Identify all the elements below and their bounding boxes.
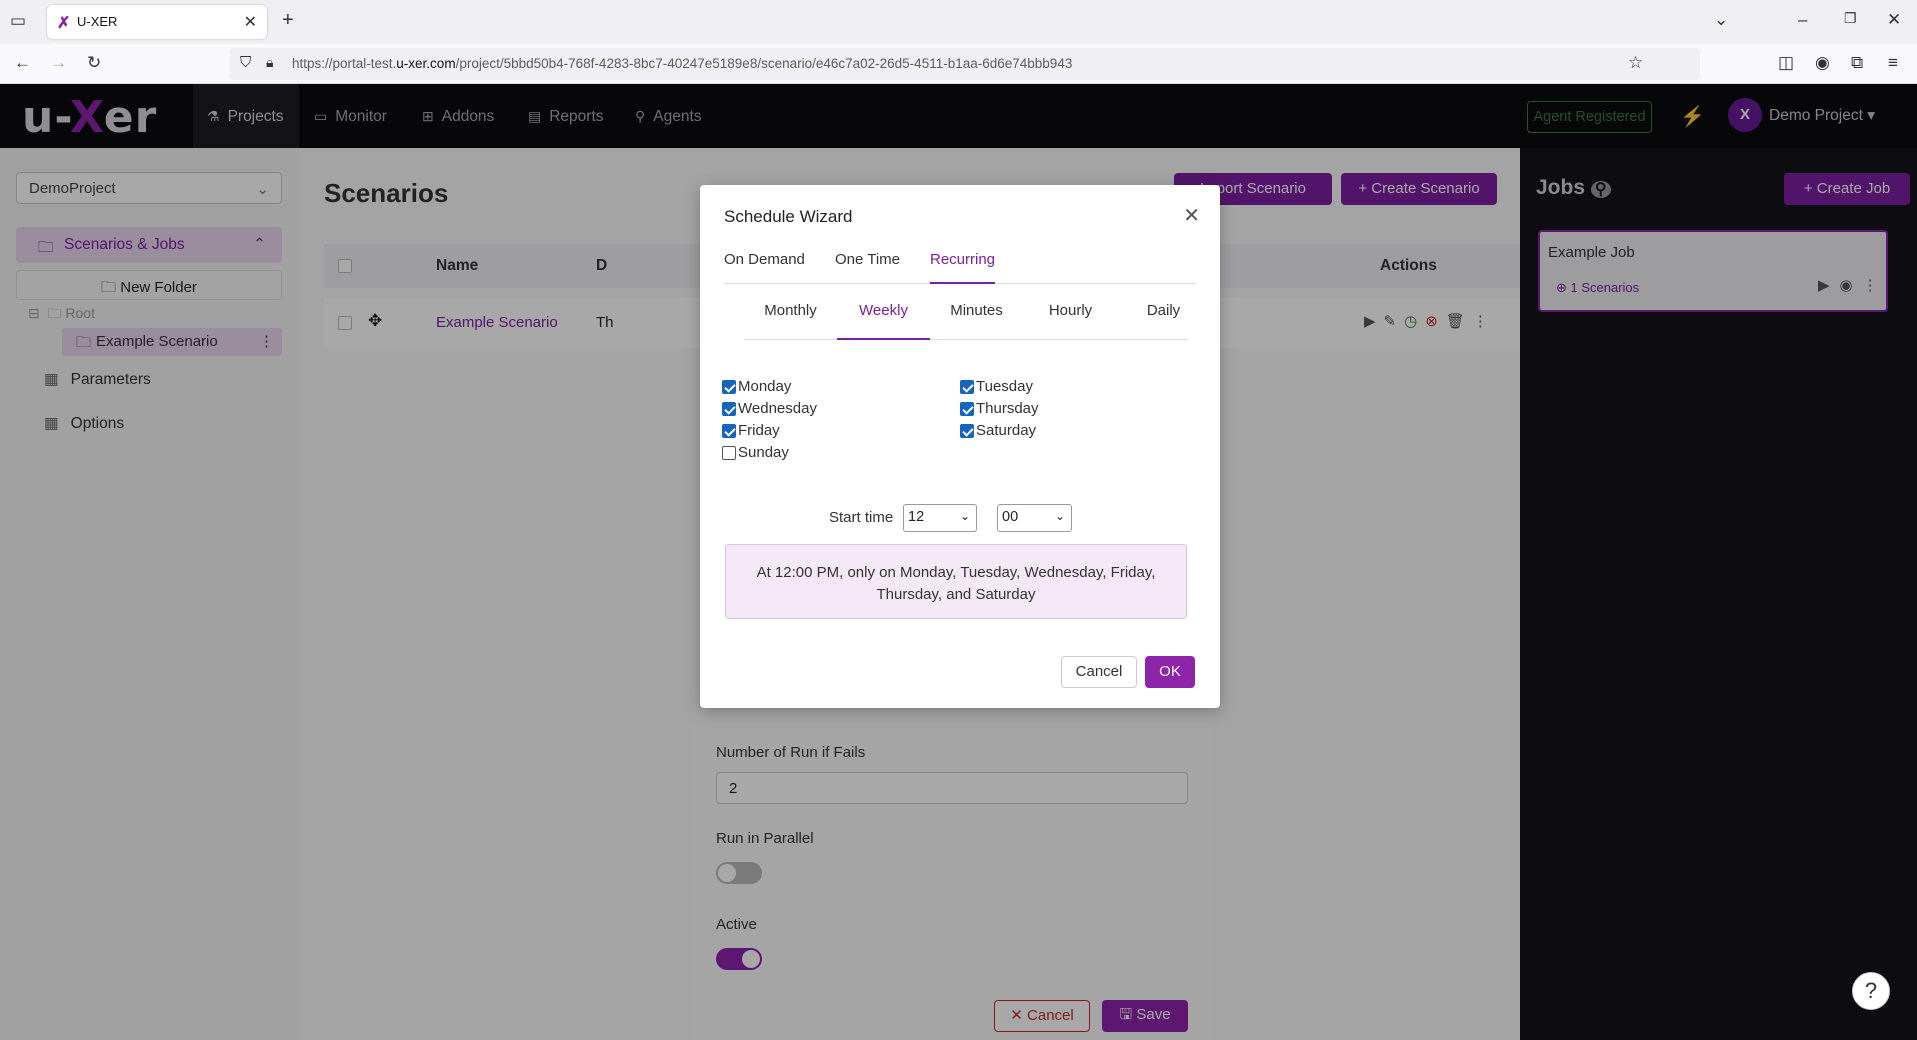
tab-minutes[interactable]: Minutes	[930, 302, 1023, 340]
tab-overflow-chevron-icon[interactable]: ⌄	[1714, 10, 1728, 30]
tab-recurring[interactable]: Recurring	[930, 251, 996, 284]
tab-title: U-XER	[77, 14, 118, 29]
address-bar[interactable]: ⛉ 🔒︎ https://portal-test.u-xer.com/proje…	[230, 48, 1700, 80]
extensions-icon[interactable]: ⧉	[1851, 53, 1863, 73]
window-close-icon[interactable]: ✕	[1887, 10, 1901, 30]
schedule-summary: At 12:00 PM, only on Monday, Tuesday, We…	[725, 544, 1187, 619]
tuesday-checkbox[interactable]	[960, 380, 974, 394]
lock-icon[interactable]: 🔒︎	[266, 54, 273, 71]
navigation-bar: ← → ↻ ⛉ 🔒︎ https://portal-test.u-xer.com…	[0, 44, 1917, 84]
uxer-favicon-icon: ✗	[57, 15, 71, 32]
dialog-title: Schedule Wizard	[724, 207, 853, 226]
url-text: https://portal-test.u-xer.com/project/5b…	[292, 56, 1073, 71]
thursday-checkbox[interactable]	[960, 402, 974, 416]
schedule-type-tabs: On Demand One Time Recurring	[724, 251, 1196, 284]
reload-icon[interactable]: ↻	[87, 53, 101, 73]
close-icon[interactable]: ✕	[1183, 203, 1200, 228]
restore-icon[interactable]: ❐	[1844, 10, 1857, 27]
tab-on-demand[interactable]: On Demand	[724, 251, 805, 284]
back-icon[interactable]: ←	[14, 53, 31, 73]
wednesday-checkbox[interactable]	[722, 402, 736, 416]
bookmark-star-icon[interactable]: ☆	[1628, 53, 1643, 73]
friday-checkbox[interactable]	[722, 424, 736, 438]
ok-button[interactable]: OK	[1145, 656, 1195, 688]
account-icon[interactable]: ◉	[1815, 53, 1830, 73]
help-button[interactable]: ?	[1852, 972, 1890, 1010]
tab-list-icon[interactable]: ▭	[10, 11, 26, 31]
tab-weekly[interactable]: Weekly	[837, 302, 930, 340]
chevron-down-icon: ⌄	[959, 509, 970, 523]
tab-hourly[interactable]: Hourly	[1024, 302, 1117, 340]
close-tab-icon[interactable]: ✕	[244, 12, 257, 32]
tab-daily[interactable]: Daily	[1117, 302, 1210, 340]
schedule-wizard-dialog: Schedule Wizard ✕ On Demand One Time Rec…	[700, 185, 1220, 708]
tab-one-time[interactable]: One Time	[835, 251, 900, 284]
new-tab-icon[interactable]: +	[282, 9, 294, 32]
minute-select[interactable]: 00 ⌄	[997, 504, 1072, 532]
menu-icon[interactable]: ≡	[1888, 53, 1898, 73]
sunday-checkbox[interactable]	[722, 446, 736, 460]
pocket-icon[interactable]: ◫	[1778, 53, 1794, 73]
browser-tab[interactable]: ✗ U-XER ✕	[47, 5, 267, 39]
chevron-down-icon: ⌄	[1054, 509, 1065, 523]
recurrence-tabs: Monthly Weekly Minutes Hourly Daily	[744, 302, 1188, 340]
saturday-checkbox[interactable]	[960, 424, 974, 438]
minimize-icon[interactable]: –	[1798, 10, 1807, 30]
tab-monthly[interactable]: Monthly	[744, 302, 837, 340]
browser-tab-bar: ▭ ✗ U-XER ✕ + ⌄ – ❐ ✕	[0, 0, 1917, 44]
start-time-label: Start time	[829, 509, 894, 526]
monday-checkbox[interactable]	[722, 380, 736, 394]
hour-select[interactable]: 12 ⌄	[903, 504, 977, 532]
shield-icon[interactable]: ⛉	[240, 54, 251, 71]
forward-icon[interactable]: →	[50, 53, 67, 73]
cancel-button[interactable]: Cancel	[1061, 656, 1137, 688]
